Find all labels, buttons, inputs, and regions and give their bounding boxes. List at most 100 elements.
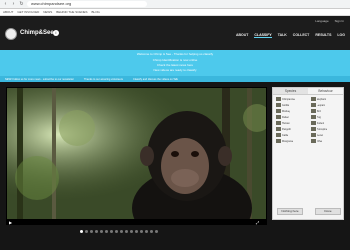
species-thumbnail bbox=[276, 103, 281, 107]
species-option[interactable]: Bird bbox=[310, 109, 343, 113]
species-thumbnail bbox=[276, 109, 281, 113]
pager-dot[interactable] bbox=[145, 230, 148, 233]
nav-classify[interactable]: CLASSIFY bbox=[254, 33, 272, 38]
pager-dot[interactable] bbox=[85, 230, 88, 233]
pager-dot[interactable] bbox=[115, 230, 118, 233]
forward-icon[interactable]: › bbox=[11, 1, 16, 7]
species-option[interactable]: Porcupine bbox=[310, 127, 343, 131]
info-icon[interactable]: i bbox=[53, 30, 59, 36]
species-option[interactable]: Human bbox=[276, 121, 308, 125]
pager-dot[interactable] bbox=[130, 230, 133, 233]
pager-dot[interactable] bbox=[150, 230, 153, 233]
pager-dot[interactable] bbox=[135, 230, 138, 233]
ticker-item[interactable]: NEW! Follow us for more news - subscribe… bbox=[5, 78, 74, 81]
nav-talk[interactable]: TALK bbox=[278, 33, 287, 38]
bookmark-link[interactable]: BLOG bbox=[92, 10, 100, 14]
species-thumbnail bbox=[276, 97, 281, 101]
species-option[interactable]: Leopard bbox=[310, 103, 343, 107]
species-thumbnail bbox=[310, 127, 316, 131]
announcement-line[interactable]: Check the latest news here bbox=[0, 63, 350, 67]
bookmark-link[interactable]: BEHIND THE SCENES bbox=[56, 10, 87, 14]
panel-tabs: Species Behaviour bbox=[273, 88, 343, 95]
species-thumbnail bbox=[276, 139, 281, 143]
top-links: Language Sign In bbox=[315, 19, 344, 23]
back-icon[interactable]: ‹ bbox=[3, 1, 8, 7]
species-label: Hog bbox=[316, 115, 321, 119]
pager-dot[interactable] bbox=[105, 230, 108, 233]
pager-dot[interactable] bbox=[90, 230, 93, 233]
bookmark-link[interactable]: NEWS bbox=[43, 10, 52, 14]
pager-dot[interactable] bbox=[120, 230, 123, 233]
pager-dot[interactable] bbox=[95, 230, 98, 233]
species-option[interactable]: Rodent bbox=[310, 121, 343, 125]
play-icon[interactable]: ▶ bbox=[9, 220, 12, 225]
address-bar[interactable]: www.chimpandsee.org bbox=[27, 1, 147, 7]
bookmarks-bar: ABOUT GET INVOLVED NEWS BEHIND THE SCENE… bbox=[0, 9, 350, 16]
species-option[interactable]: Hog bbox=[310, 115, 343, 119]
species-label: Cattle bbox=[282, 133, 289, 137]
announcement-line[interactable]: New videos are ready to classify bbox=[0, 68, 350, 72]
nav-log[interactable]: LOG bbox=[337, 33, 345, 38]
species-label: Monkey bbox=[282, 109, 291, 113]
ticker-item[interactable]: Thanks to our amazing volunteers bbox=[84, 78, 123, 81]
species-option[interactable]: Pangolin bbox=[276, 127, 308, 131]
browser-toolbar: ‹ › ↻ www.chimpandsee.org bbox=[0, 0, 350, 9]
species-thumbnail bbox=[310, 121, 316, 125]
done-button[interactable]: Done bbox=[315, 208, 341, 215]
classify-area: ▶ ⤢ Species Behaviour Chimpanzee Elephant… bbox=[0, 82, 350, 250]
announcement-line[interactable]: Chimp Identification is now online bbox=[0, 58, 350, 62]
species-option[interactable]: Mongoose bbox=[276, 139, 308, 143]
sign-in-link[interactable]: Sign In bbox=[335, 19, 344, 23]
species-label: Leopard bbox=[316, 103, 326, 107]
site-header: Chimp&See i Language Sign In ABOUT CLASS… bbox=[0, 16, 350, 50]
nav-collect[interactable]: COLLECT bbox=[293, 33, 310, 38]
species-label: Elephant bbox=[316, 97, 326, 101]
species-option[interactable]: Genet bbox=[310, 133, 343, 137]
ticker-item[interactable]: Classify and discuss the videos on Talk bbox=[133, 78, 178, 81]
species-option[interactable]: Duiker bbox=[276, 115, 308, 119]
tab-species[interactable]: Species bbox=[273, 88, 308, 94]
species-thumbnail bbox=[276, 115, 281, 119]
pager-dot[interactable] bbox=[100, 230, 103, 233]
pager-dot[interactable] bbox=[155, 230, 158, 233]
species-option[interactable]: Gorilla bbox=[276, 103, 308, 107]
panel-actions: Nothing here Done bbox=[277, 208, 341, 215]
main-nav: ABOUT CLASSIFY TALK COLLECT RESULTS LOG bbox=[236, 33, 345, 38]
species-thumbnail bbox=[310, 139, 316, 143]
classification-panel: Species Behaviour Chimpanzee Elephant Gori… bbox=[272, 87, 344, 220]
video-controls: ▶ ⤢ bbox=[6, 220, 267, 225]
video-player[interactable] bbox=[6, 87, 267, 220]
species-option[interactable]: Elephant bbox=[310, 97, 343, 101]
tab-behaviour[interactable]: Behaviour bbox=[308, 88, 343, 94]
pager-dot[interactable] bbox=[125, 230, 128, 233]
reload-icon[interactable]: ↻ bbox=[19, 1, 24, 7]
species-option[interactable]: Cattle bbox=[276, 133, 308, 137]
nothing-here-button[interactable]: Nothing here bbox=[277, 208, 303, 215]
video-pager bbox=[80, 230, 158, 233]
nav-about[interactable]: ABOUT bbox=[236, 33, 248, 38]
pager-dot[interactable] bbox=[140, 230, 143, 233]
species-thumbnail bbox=[276, 121, 281, 125]
site-logo[interactable]: Chimp&See bbox=[20, 30, 54, 36]
nav-results[interactable]: RESULTS bbox=[315, 33, 331, 38]
bookmark-link[interactable]: ABOUT bbox=[3, 10, 13, 14]
species-label: Rodent bbox=[316, 121, 325, 125]
species-thumbnail bbox=[310, 115, 316, 119]
bookmark-link[interactable]: GET INVOLVED bbox=[17, 10, 39, 14]
language-link[interactable]: Language bbox=[315, 19, 328, 23]
species-option[interactable]: Other bbox=[310, 139, 343, 143]
pager-dot[interactable] bbox=[80, 230, 83, 233]
chimpanzee-video-frame bbox=[7, 88, 266, 219]
species-option[interactable]: Monkey bbox=[276, 109, 308, 113]
fullscreen-icon[interactable]: ⤢ bbox=[256, 220, 259, 225]
logo-icon[interactable] bbox=[5, 28, 17, 40]
species-thumbnail bbox=[276, 127, 281, 131]
species-thumbnail bbox=[276, 133, 281, 137]
species-label: Gorilla bbox=[282, 103, 289, 107]
announcement-banner: Welcome to Chimp & See - Thanks for help… bbox=[0, 50, 350, 76]
pager-dot[interactable] bbox=[110, 230, 113, 233]
species-label: Bird bbox=[316, 109, 321, 113]
species-label: Genet bbox=[316, 133, 324, 137]
species-option[interactable]: Chimpanzee bbox=[276, 97, 308, 101]
species-label: Duiker bbox=[282, 115, 289, 119]
